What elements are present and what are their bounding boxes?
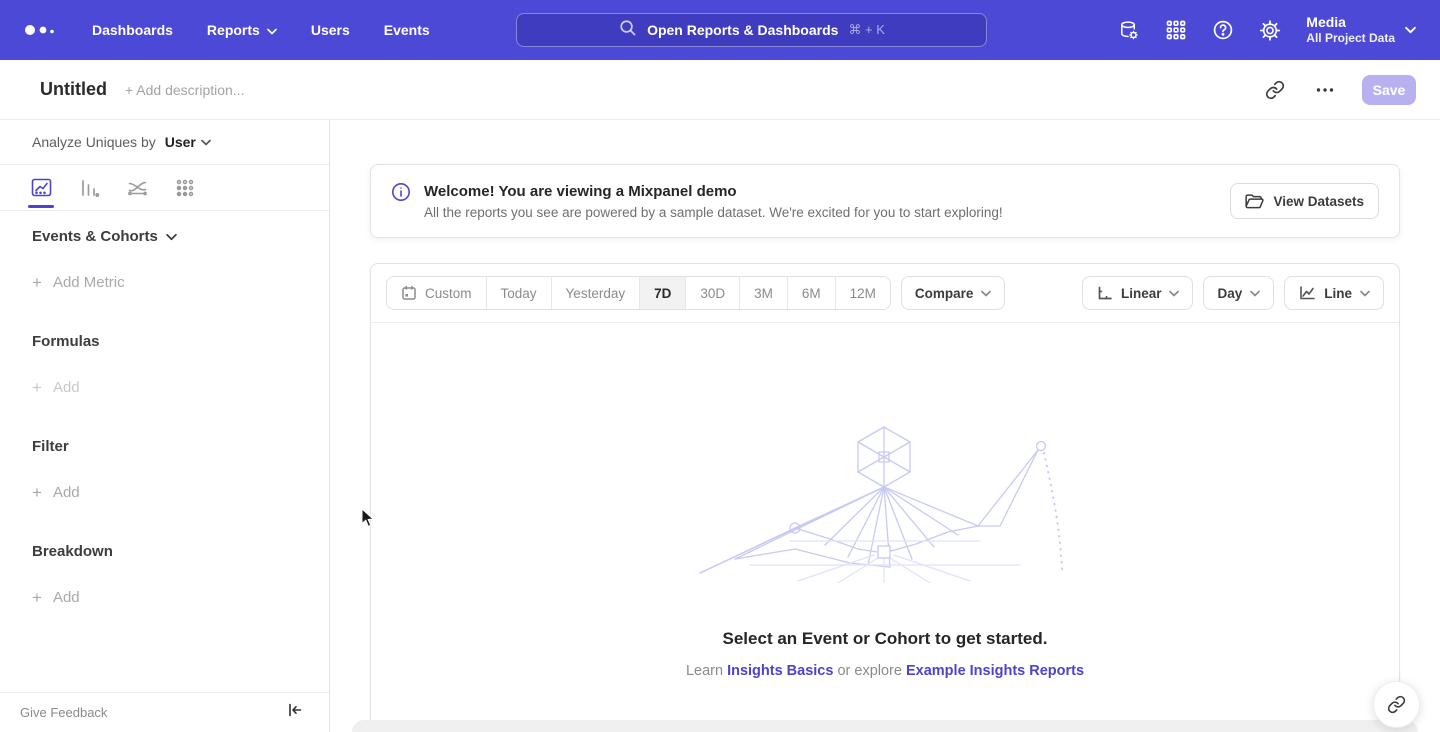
line-type-icon [1298,285,1316,301]
tab-flow[interactable] [122,165,152,211]
search-shortcut: ⌘ + K [848,22,885,38]
data-management-icon[interactable] [1118,19,1140,41]
save-button[interactable]: Save [1362,75,1416,105]
date-range-today[interactable]: Today [487,277,552,309]
bottom-table-peek[interactable] [352,720,1418,732]
help-icon[interactable] [1212,19,1234,41]
search-icon [618,18,637,42]
report-header: Untitled + Add description... Save [0,60,1440,120]
banner-body: All the reports you see are powered by a… [424,205,1003,220]
copy-link-icon[interactable] [1262,77,1288,103]
empty-state-subtitle: Learn Insights Basics or explore Example… [371,663,1399,679]
date-range-yesterday[interactable]: Yesterday [552,277,641,309]
nav-item-reports[interactable]: Reports [207,22,277,38]
example-reports-link[interactable]: Example Insights Reports [906,663,1084,679]
scale-dropdown[interactable]: Linear [1082,276,1194,310]
tab-bar-chart[interactable] [74,165,104,211]
date-range-3m[interactable]: 3M [740,277,788,309]
sidebar-footer: Give Feedback [0,692,329,732]
view-datasets-button[interactable]: View Datasets [1230,183,1379,219]
date-range-12m[interactable]: 12M [836,277,890,309]
share-link-fab[interactable] [1373,681,1420,728]
calendar-icon [401,285,417,301]
welcome-banner: Welcome! You are viewing a Mixpanel demo… [370,164,1400,238]
project-switcher[interactable]: Media All Project Data [1306,14,1416,46]
chevron-down-icon [166,233,177,241]
apps-grid-icon[interactable] [1165,19,1187,41]
top-navigation-bar: Dashboards Reports Users Events Open Rep… [0,0,1440,60]
empty-state: Select an Event or Cohort to get started… [371,423,1399,679]
plus-icon: + [32,275,42,290]
search-placeholder: Open Reports & Dashboards [647,22,838,38]
formulas-section-title: Formulas [32,333,297,350]
empty-state-illustration [690,423,1080,583]
add-formula-button[interactable]: + Add [32,379,297,396]
chevron-down-icon [267,22,277,38]
main-content: Welcome! You are viewing a Mixpanel demo… [330,120,1440,732]
info-icon [391,182,411,207]
chevron-down-icon [201,139,211,146]
link-icon [1387,695,1406,714]
project-name: Media [1306,14,1395,31]
chevron-down-icon [1360,290,1370,297]
project-scope: All Project Data [1306,31,1395,46]
analyze-label: Analyze Uniques by [32,134,156,150]
visualization-tabs [0,165,329,211]
add-breakdown-button[interactable]: + Add [32,589,297,606]
filter-section-title: Filter [32,438,297,455]
query-builder-sidebar: Analyze Uniques by User [0,120,330,732]
date-range-custom[interactable]: Custom [387,277,487,309]
tab-line-chart[interactable] [26,165,56,211]
compare-dropdown[interactable]: Compare [901,276,1006,310]
chevron-down-icon [981,290,991,297]
pivot-grid-icon [174,177,196,199]
date-range-6m[interactable]: 6M [788,277,836,309]
more-options-icon[interactable] [1312,77,1338,103]
empty-state-title: Select an Event or Cohort to get started… [371,629,1399,649]
add-filter-button[interactable]: + Add [32,484,297,501]
primary-nav: Dashboards Reports Users Events [92,22,430,38]
chart-controls-row: Custom Today Yesterday 7D 30D 3M 6M 12M … [371,264,1399,323]
plus-icon: + [32,485,42,500]
nav-item-dashboards[interactable]: Dashboards [92,22,173,38]
plus-icon: + [32,380,42,395]
analyze-value-dropdown[interactable]: User [165,134,211,150]
flow-sankey-icon [126,176,149,199]
analyze-uniques-row: Analyze Uniques by User [0,120,329,165]
settings-gear-icon[interactable] [1259,19,1281,41]
mixpanel-logo[interactable] [22,20,62,40]
chevron-down-icon [1169,290,1179,297]
nav-right-cluster: Media All Project Data [1118,0,1416,60]
plus-icon: + [32,590,42,605]
date-range-7d[interactable]: 7D [640,277,686,309]
axis-linear-icon [1096,285,1113,302]
add-metric-button[interactable]: + Add Metric [32,274,297,291]
date-range-selector: Custom Today Yesterday 7D 30D 3M 6M 12M [386,276,891,310]
collapse-sidebar-icon[interactable] [287,702,303,723]
date-range-30d[interactable]: 30D [686,277,740,309]
tab-pivot[interactable] [170,165,200,211]
give-feedback-link[interactable]: Give Feedback [20,705,107,720]
banner-title: Welcome! You are viewing a Mixpanel demo [424,183,1003,200]
report-title[interactable]: Untitled [40,79,107,100]
insights-basics-link[interactable]: Insights Basics [727,663,833,679]
line-chart-icon [30,176,53,199]
global-search[interactable]: Open Reports & Dashboards ⌘ + K [516,13,987,47]
bar-chart-icon [78,177,100,199]
events-cohorts-section-title[interactable]: Events & Cohorts [32,228,297,245]
add-description-field[interactable]: + Add description... [125,82,244,98]
active-tab-underline [28,205,54,208]
folder-icon [1245,193,1264,210]
chevron-down-icon [1405,21,1416,39]
breakdown-section-title: Breakdown [32,543,297,560]
interval-dropdown[interactable]: Day [1203,276,1274,310]
nav-item-users[interactable]: Users [311,22,350,38]
insights-report-card: Custom Today Yesterday 7D 30D 3M 6M 12M … [370,263,1400,732]
chevron-down-icon [1250,290,1260,297]
nav-item-events[interactable]: Events [384,22,430,38]
chart-type-dropdown[interactable]: Line [1284,276,1384,310]
